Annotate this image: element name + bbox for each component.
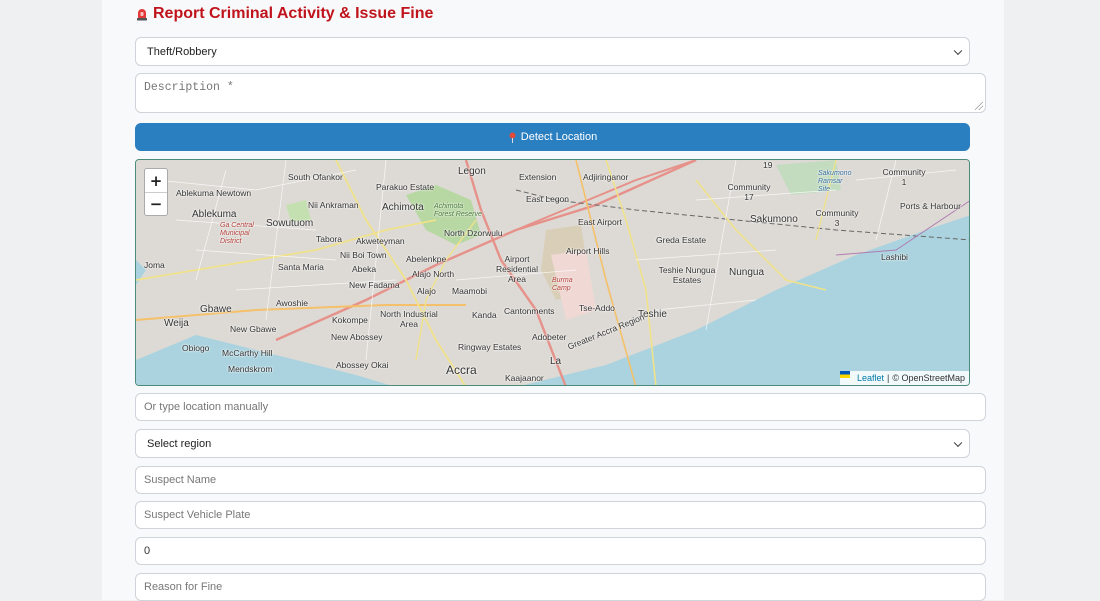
- suspect-plate-input[interactable]: Suspect Vehicle Plate: [135, 501, 986, 529]
- map-label: Parakuo Estate: [376, 182, 435, 192]
- map-label: Maamobi: [452, 286, 487, 296]
- map-label: New Gbawe: [230, 324, 277, 334]
- map-label: Community 1: [882, 167, 926, 187]
- resize-handle-icon[interactable]: [975, 102, 983, 110]
- map-label: McCarthy Hill: [222, 348, 273, 358]
- region-value: Select region: [147, 437, 212, 450]
- map-label: Alajo North: [412, 269, 455, 279]
- map-label: Kokompe: [332, 315, 368, 325]
- page-title: Report Criminal Activity & Issue Fine: [135, 4, 433, 24]
- detect-location-button[interactable]: Detect Location: [135, 123, 970, 151]
- chevron-down-icon: [953, 438, 963, 447]
- map-label: Abeka: [352, 264, 377, 274]
- map-label: Teshie Nungua Estates: [658, 265, 716, 285]
- suspect-name-placeholder: Suspect Name: [144, 474, 217, 486]
- map-label: Adobeter: [532, 332, 567, 342]
- map-label: Accra: [446, 363, 477, 377]
- location-placeholder: Or type location manually: [144, 401, 269, 413]
- attribution-separator: |: [886, 373, 890, 383]
- suspect-plate-placeholder: Suspect Vehicle Plate: [144, 509, 251, 521]
- map-label: Ablekuma Newtown: [176, 188, 252, 198]
- map-label: Mendskrom: [228, 364, 273, 374]
- map-label: Burma Camp: [552, 277, 573, 292]
- map-label: Weija: [164, 318, 189, 329]
- map-label: Nungua: [729, 267, 765, 278]
- map-label: Community 17: [727, 182, 771, 202]
- description-textarea[interactable]: Description *: [135, 73, 986, 113]
- fine-reason-input[interactable]: Reason for Fine: [135, 573, 986, 601]
- map-label: Kanda: [472, 310, 497, 320]
- map-label: New Fadama: [349, 280, 400, 290]
- map-label: Airport Residential Area: [495, 254, 539, 284]
- map-label: Obiogo: [182, 343, 210, 353]
- description-placeholder: Description *: [144, 81, 234, 94]
- map-label: 19: [763, 160, 773, 170]
- map-label: Alajo: [417, 286, 436, 296]
- detect-location-label: Detect Location: [520, 131, 598, 143]
- zoom-in-button[interactable]: +: [145, 169, 167, 192]
- fine-amount-input[interactable]: 0: [135, 537, 986, 565]
- map-label: Gbawe: [200, 304, 232, 315]
- fine-amount-value: 0: [144, 545, 151, 557]
- map-label: Akweteyman: [356, 236, 405, 246]
- map-label: Greda Estate: [656, 235, 707, 245]
- map-label: Nii Boi Town: [340, 250, 387, 260]
- map-label: Achimota: [382, 202, 424, 213]
- map-label: East Legon: [526, 194, 570, 204]
- map-label: Kaajaanor: [505, 373, 544, 383]
- map-label: Community 3: [815, 208, 859, 228]
- crime-type-select[interactable]: Theft/Robbery: [135, 37, 970, 66]
- map-label: Sowutuom: [266, 218, 314, 229]
- location-input[interactable]: Or type location manually: [135, 393, 986, 421]
- map-label: Sakumono Ramsar Site: [818, 170, 852, 193]
- zoom-out-button[interactable]: −: [145, 192, 167, 215]
- map-label: Lashibi: [881, 252, 908, 262]
- ukraine-flag-icon: [839, 371, 854, 382]
- map-label: Tabora: [316, 234, 342, 244]
- map-label: Extension: [519, 172, 557, 182]
- map-label: La: [550, 356, 562, 367]
- map-label: Ga Central Municipal District: [220, 222, 254, 245]
- map-label: East Airport: [578, 217, 622, 227]
- chevron-down-icon: [953, 46, 963, 55]
- map-label: Awoshie: [276, 298, 308, 308]
- leaflet-link[interactable]: Leaflet: [857, 373, 884, 383]
- region-select[interactable]: Select region: [135, 429, 970, 458]
- zoom-control: + −: [144, 168, 168, 216]
- pin-icon: [508, 132, 517, 143]
- map-label: North Industrial Area: [380, 309, 438, 329]
- map-label: Nii Ankraman: [308, 200, 359, 210]
- map-label: Sakumono: [750, 214, 798, 225]
- map-label: Abossey Okai: [336, 360, 389, 370]
- map-label: Ablekuma: [192, 209, 237, 220]
- map-label: Santa Maria: [278, 262, 324, 272]
- map-label: Abelenkpe: [406, 254, 447, 264]
- map-label: Cantonments: [504, 306, 555, 316]
- map-label: Tse-Addo: [579, 303, 615, 313]
- map-label: South Ofankor: [288, 172, 343, 182]
- map-attribution: Leaflet | © OpenStreetMap: [839, 371, 969, 385]
- siren-icon: [135, 7, 149, 21]
- map-label: Adjiringanor: [583, 172, 629, 182]
- map-label: Legon: [458, 166, 486, 177]
- map-label: Airport Hills: [566, 246, 610, 256]
- map-label: Joma: [144, 260, 165, 270]
- suspect-name-input[interactable]: Suspect Name: [135, 466, 986, 494]
- map-label: Achimota Forest Reserve: [434, 203, 482, 218]
- map-label: Ringway Estates: [458, 342, 522, 352]
- crime-type-value: Theft/Robbery: [147, 45, 217, 58]
- osm-attribution[interactable]: © OpenStreetMap: [892, 373, 965, 383]
- map-label: North Dzorwulu: [444, 228, 503, 238]
- map-label: New Abossey: [331, 332, 383, 342]
- map-label: Ports & Harbour: [900, 201, 961, 211]
- page-title-text: Report Criminal Activity & Issue Fine: [153, 5, 434, 22]
- fine-reason-placeholder: Reason for Fine: [144, 581, 223, 593]
- location-map[interactable]: South Ofankor Parakuo Estate Legon Exten…: [135, 159, 970, 386]
